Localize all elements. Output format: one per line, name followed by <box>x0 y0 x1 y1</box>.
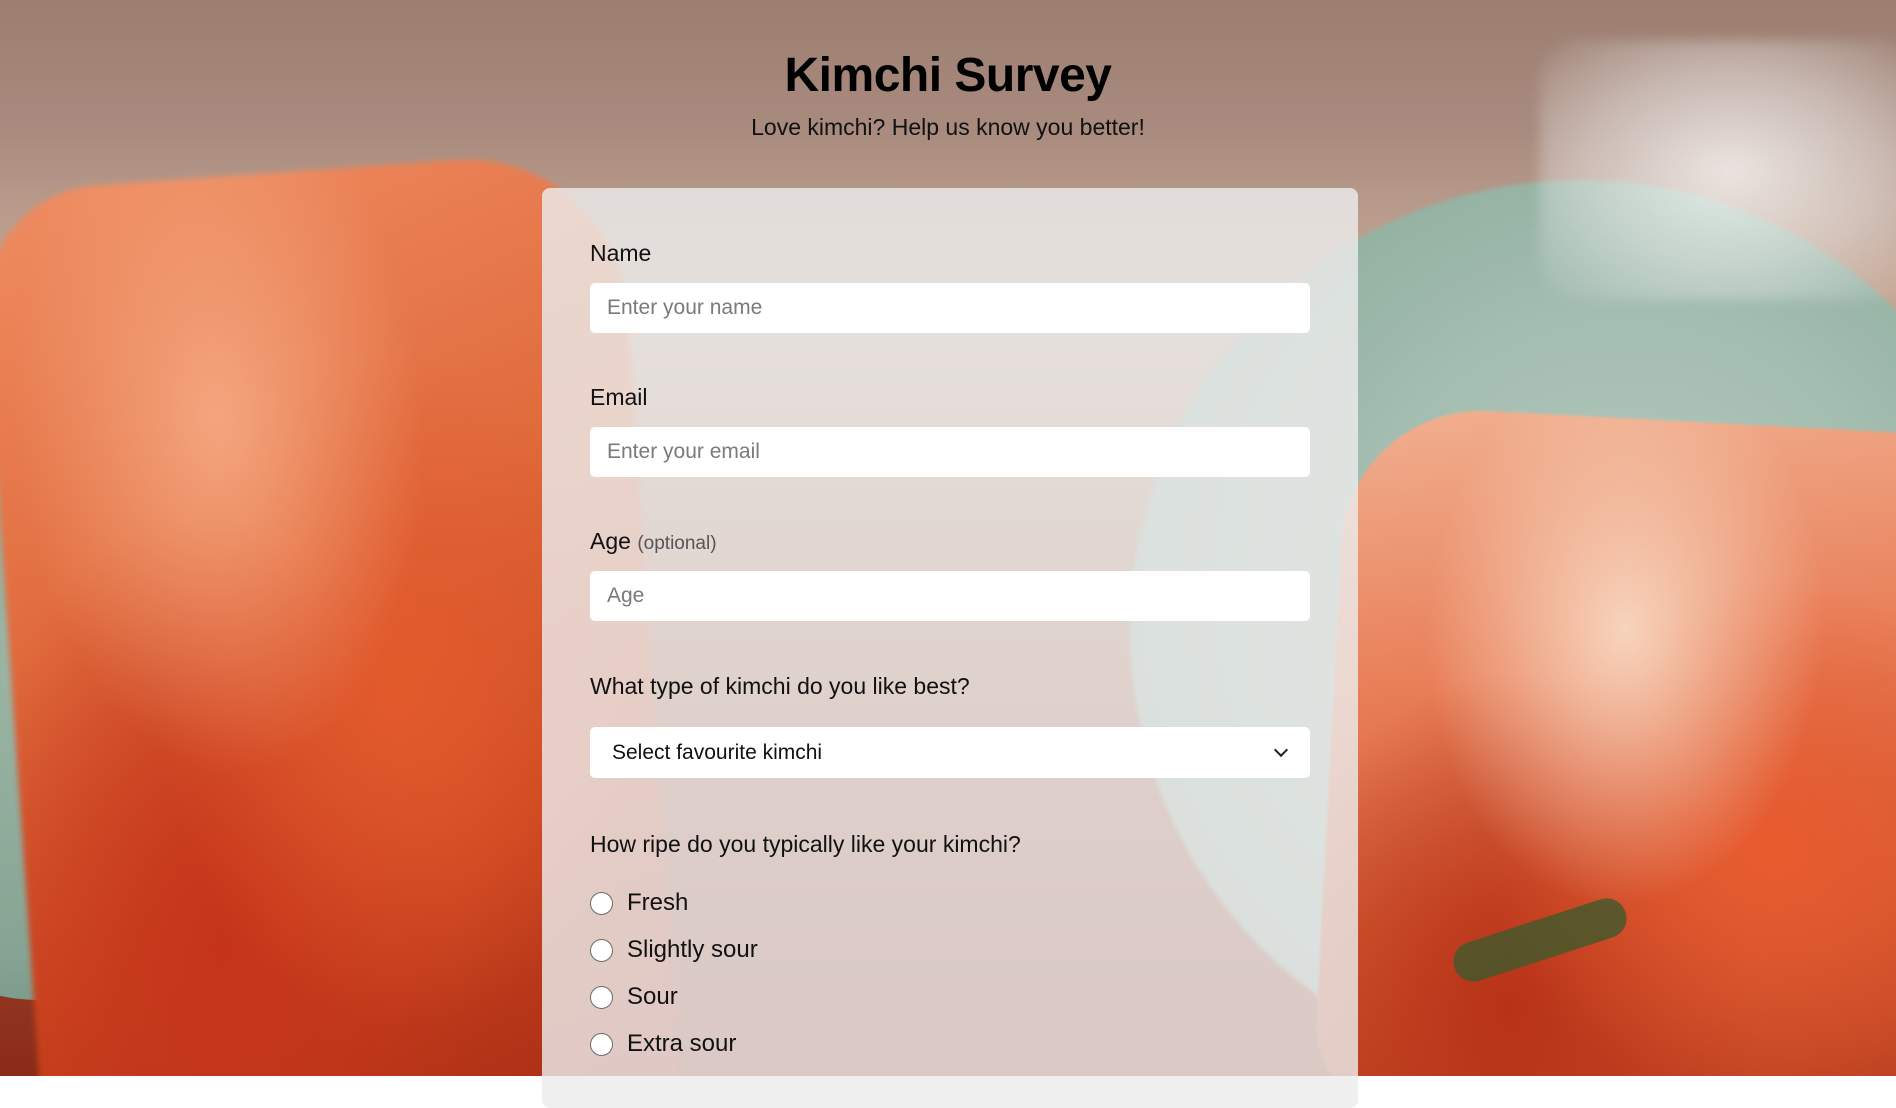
chevron-down-icon <box>1273 742 1289 757</box>
name-label: Name <box>590 240 652 266</box>
favorite-kimchi-label: What type of kimchi do you like best? <box>590 673 970 699</box>
ripeness-label: How ripe do you typically like your kimc… <box>590 831 1021 857</box>
ripeness-option-label: Extra sour <box>627 1030 737 1057</box>
ripeness-option-extra-sour[interactable]: Extra sour <box>590 1030 736 1058</box>
ripeness-option-sour[interactable]: Sour <box>590 983 678 1011</box>
age-label: Age (optional) <box>590 528 717 555</box>
email-input[interactable] <box>590 427 1310 477</box>
ripeness-option-label: Fresh <box>627 889 689 916</box>
age-label-text: Age <box>590 528 631 554</box>
survey-form: Name Email Age (optional) What type of k… <box>542 188 1358 1108</box>
age-optional-note: (optional) <box>637 533 717 554</box>
favorite-kimchi-select[interactable]: Select favourite kimchi <box>590 727 1310 778</box>
ripeness-option-slightly-sour[interactable]: Slightly sour <box>590 936 758 964</box>
kimchi-right-shape <box>1312 403 1896 1076</box>
age-input[interactable] <box>590 571 1310 621</box>
ripeness-option-label: Slightly sour <box>627 936 758 963</box>
page-title: Kimchi Survey <box>784 49 1112 102</box>
radio-circle-icon[interactable] <box>590 938 613 962</box>
favorite-kimchi-selected: Select favourite kimchi <box>612 740 823 764</box>
ripeness-option-label: Sour <box>627 983 678 1010</box>
radio-circle-icon[interactable] <box>590 1032 613 1056</box>
radio-circle-icon[interactable] <box>590 891 613 915</box>
email-label: Email <box>590 384 648 410</box>
radio-circle-icon[interactable] <box>590 985 613 1009</box>
page-subtitle: Love kimchi? Help us know you better! <box>751 114 1145 140</box>
name-input[interactable] <box>590 283 1310 333</box>
ripeness-option-fresh[interactable]: Fresh <box>590 889 688 917</box>
